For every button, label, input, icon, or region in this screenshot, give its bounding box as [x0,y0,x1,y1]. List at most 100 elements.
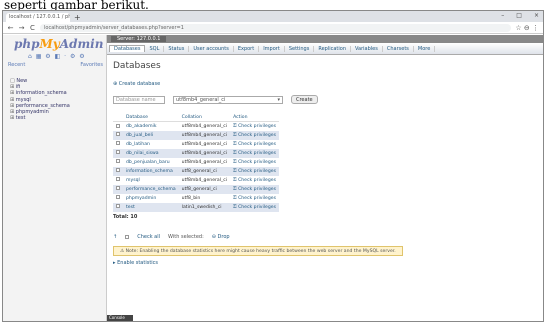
collation-cell: utf8mb4_general_ci [178,157,231,167]
row-checkbox[interactable] [116,177,120,182]
row-checkbox-cell [113,166,123,176]
table-row: db_penjualan_baru utf8mb4_general_ci ⚿ Che… [113,157,279,167]
expand-icon[interactable]: ⊞ [10,103,14,109]
tab-import[interactable]: Import [259,45,285,52]
header-collation[interactable]: Collation [178,114,231,122]
check-privileges-link[interactable]: ⚿ Check privileges [230,166,279,176]
collation-select[interactable]: utf8mb4_general_ci ▾ [173,95,283,104]
row-checkbox[interactable] [116,123,120,128]
check-privileges-link[interactable]: ⚿ Check privileges [230,157,279,167]
check-privileges-link[interactable]: ⚿ Check privileges [230,148,279,158]
expand-icon[interactable]: ⊞ [10,84,14,90]
row-checkbox[interactable] [116,204,120,209]
create-database-link[interactable]: ⊕ Create database [113,81,537,87]
table-row: db_nilai_siswa utf8mb4_general_ci ⚿ Check … [113,148,279,158]
tab-settings[interactable]: Settings [285,45,315,52]
expand-icon[interactable]: ⊞ [10,97,14,103]
row-checkbox[interactable] [116,150,120,155]
favorites-tab[interactable]: Favorites [80,62,103,68]
row-checkbox[interactable] [116,159,120,164]
collation-cell: utf8mb4_general_ci [178,139,231,149]
expand-icon[interactable]: ⊞ [10,109,14,115]
row-checkbox[interactable] [116,168,120,173]
tab-more[interactable]: More [414,45,436,52]
check-privileges-link[interactable]: ⚿ Check privileges [230,193,279,203]
window-controls: – □ × [501,12,539,19]
create-button[interactable]: Create [291,95,318,104]
check-privileges-link[interactable]: ⚿ Check privileges [230,175,279,185]
check-privileges-link[interactable]: ⚿ Check privileges [230,202,279,212]
expand-icon[interactable]: ⊞ [10,115,14,121]
database-name-input[interactable]: Database name [113,95,165,104]
row-checkbox[interactable] [116,132,120,137]
header-database[interactable]: Database [123,114,179,122]
tab-sql[interactable]: SQL [145,45,165,52]
phpmyadmin-logo[interactable]: phpMyAdmin [6,38,103,51]
database-name-link[interactable]: information_schema [123,166,179,176]
row-checkbox-cell [113,184,123,194]
forward-arrow-icon[interactable]: → [18,24,25,32]
check-all-checkbox[interactable] [125,234,130,239]
check-all-label[interactable]: Check all [137,234,160,240]
bulk-actions: ↑ Check all With selected: ⊖ Drop [113,234,537,240]
database-name-link[interactable]: mysql [123,175,179,185]
drop-button[interactable]: ⊖ Drop [212,234,230,240]
databases-content: Databases ⊕ Create database Database nam… [107,55,543,321]
check-privileges-label: Check privileges [238,142,276,147]
collation-cell: utf8_general_ci [178,166,231,176]
browser-menu-icons[interactable]: ☆ ⊖ ⋮ [515,24,539,32]
header-action: Action [230,114,279,122]
browser-tab[interactable]: localhost / 127.0.0.1 / phpMyAdmin × [6,13,70,22]
database-name-link[interactable]: db_nilai_siswa [123,148,179,158]
minimize-button[interactable]: – [501,12,504,19]
close-window-button[interactable]: × [534,12,539,19]
tab-charsets[interactable]: Charsets [383,45,414,52]
with-selected-label: With selected: [168,233,204,240]
database-name-link[interactable]: db_jual_beli [123,130,179,140]
nav-icons[interactable]: ⌂ ▦ ⚙ ◧ · ⚙ ⚙ [6,53,103,60]
url-field[interactable]: localhost/phpmyadmin/server_databases.ph… [40,23,512,32]
tree-item-label: performance_schema [15,102,70,109]
new-tab-button[interactable]: + [74,13,81,22]
row-checkbox[interactable] [116,141,120,146]
row-checkbox[interactable] [116,186,120,191]
back-arrow-icon[interactable]: ← [7,24,14,32]
recent-favorites: Recent Favorites [6,62,103,68]
table-row: db_jual_beli utf8mb4_general_ci ⚿ Check pr… [113,130,279,140]
tab-variables[interactable]: Variables [351,45,383,52]
console-bar[interactable]: Console [107,315,133,321]
maximize-button[interactable]: □ [516,12,522,19]
new-db-icon[interactable]: □ [10,78,15,84]
check-privileges-label: Check privileges [238,160,276,165]
logo-php: php [14,37,40,51]
reload-icon[interactable]: C [29,24,36,32]
database-name-link[interactable]: phpmyadmin [123,193,179,203]
row-checkbox[interactable] [116,195,120,200]
browser-window: localhost / 127.0.0.1 / phpMyAdmin × + –… [2,10,544,322]
table-row: test latin1_swedish_ci ⚿ Check privileges [113,202,279,212]
recent-tab[interactable]: Recent [8,62,25,68]
check-privileges-link[interactable]: ⚿ Check privileges [230,121,279,131]
database-name-link[interactable]: performance_schema [123,184,179,194]
database-name-link[interactable]: test [123,202,179,212]
enable-statistics-link[interactable]: ▸ Enable statistics [113,260,537,266]
database-name-link[interactable]: db_akademik [123,121,179,131]
database-name-link[interactable]: db_latihan [123,139,179,149]
table-row: phpmyadmin utf8_bin ⚿ Check privileges [113,193,279,203]
tab-export[interactable]: Export [234,45,260,52]
check-privileges-label: Check privileges [238,133,276,138]
check-privileges-link[interactable]: ⚿ Check privileges [230,184,279,194]
expand-icon[interactable]: ⊞ [10,90,14,96]
server-breadcrumb: Server: 127.0.0.1 [107,35,543,43]
tab-replication[interactable]: Replication [314,45,351,52]
row-checkbox-cell [113,148,123,158]
tree-item[interactable]: ⊞ test [10,115,103,121]
server-label[interactable]: Server: 127.0.0.1 [111,36,167,42]
tab-databases[interactable]: Databases [109,45,146,52]
database-name-link[interactable]: db_penjualan_baru [123,157,179,167]
check-privileges-link[interactable]: ⚿ Check privileges [230,130,279,140]
check-privileges-label: Check privileges [238,196,276,201]
check-privileges-link[interactable]: ⚿ Check privileges [230,139,279,149]
tab-status[interactable]: Status [164,45,190,52]
tab-user-accounts[interactable]: User accounts [189,45,234,52]
